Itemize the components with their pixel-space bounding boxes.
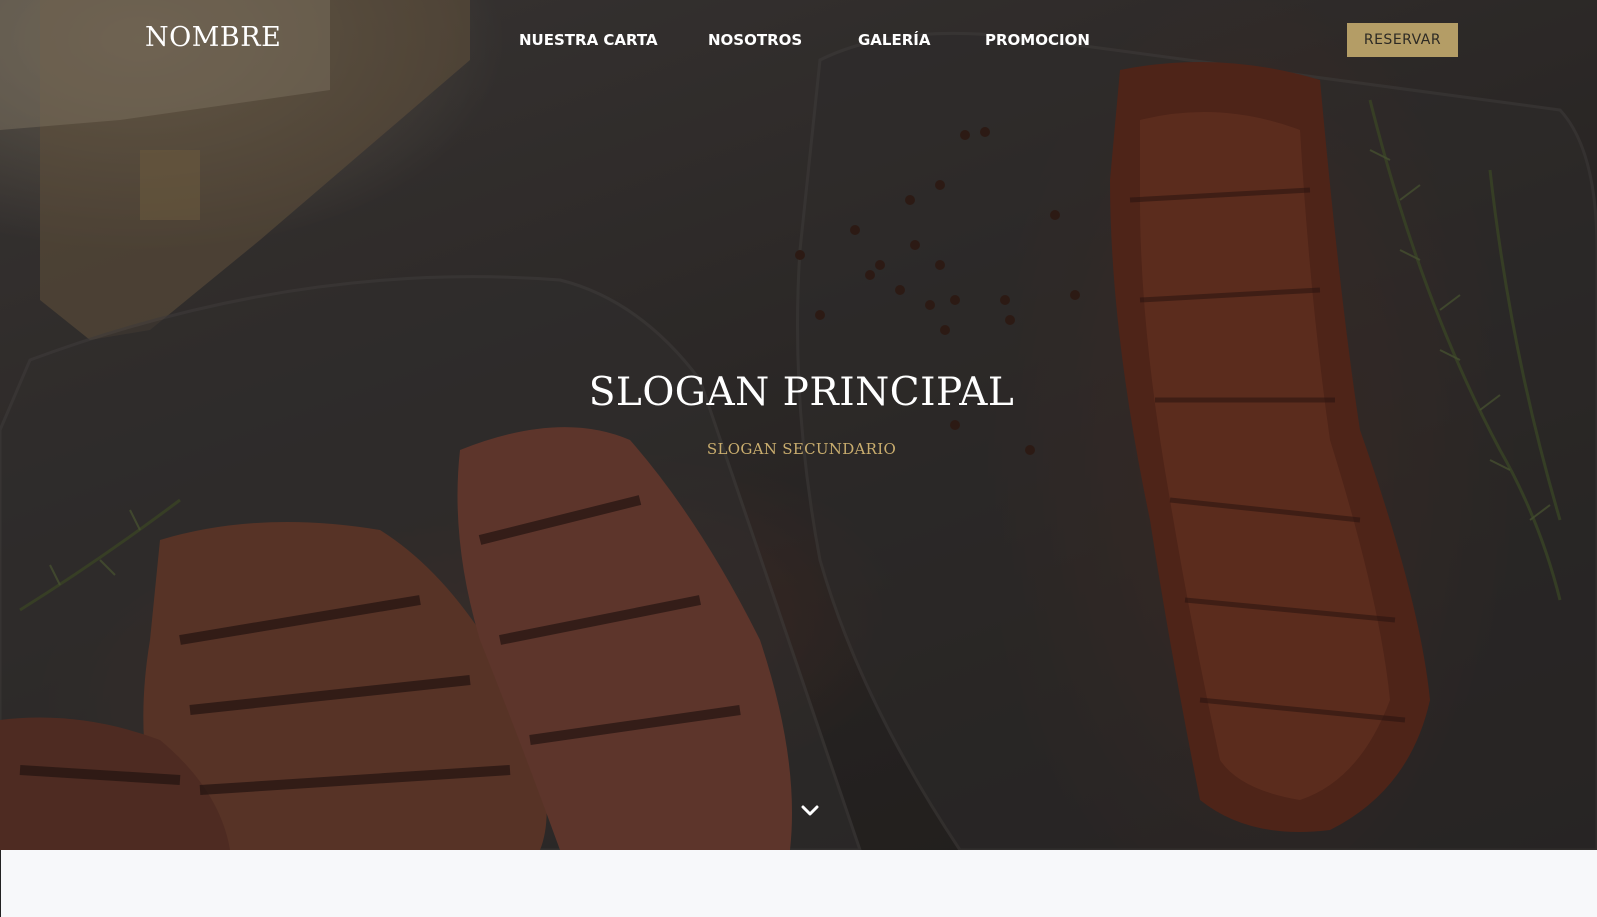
navbar: NOMBRE NUESTRA CARTA NOSOTROS GALERÍA PR… xyxy=(0,0,1597,82)
hero-section: NOMBRE NUESTRA CARTA NOSOTROS GALERÍA PR… xyxy=(0,0,1597,850)
hero-title: SLOGAN PRINCIPAL xyxy=(588,370,1015,415)
nav-link-galeria[interactable]: GALERÍA xyxy=(858,31,930,49)
page: NOMBRE NUESTRA CARTA NOSOTROS GALERÍA PR… xyxy=(0,0,1597,917)
hero-subtitle: SLOGAN SECUNDARIO xyxy=(706,440,897,458)
nav-link-nosotros[interactable]: NOSOTROS xyxy=(708,31,802,49)
reserve-button[interactable]: RESERVAR xyxy=(1347,23,1458,57)
next-section xyxy=(0,850,1597,917)
scroll-down-button[interactable] xyxy=(797,800,823,822)
nav-link-promocion[interactable]: PROMOCION xyxy=(985,31,1090,49)
hero-overlay xyxy=(0,0,1597,850)
brand-logo[interactable]: NOMBRE xyxy=(145,22,281,53)
chevron-down-icon xyxy=(801,805,819,816)
nav-link-nuestra-carta[interactable]: NUESTRA CARTA xyxy=(519,31,658,49)
